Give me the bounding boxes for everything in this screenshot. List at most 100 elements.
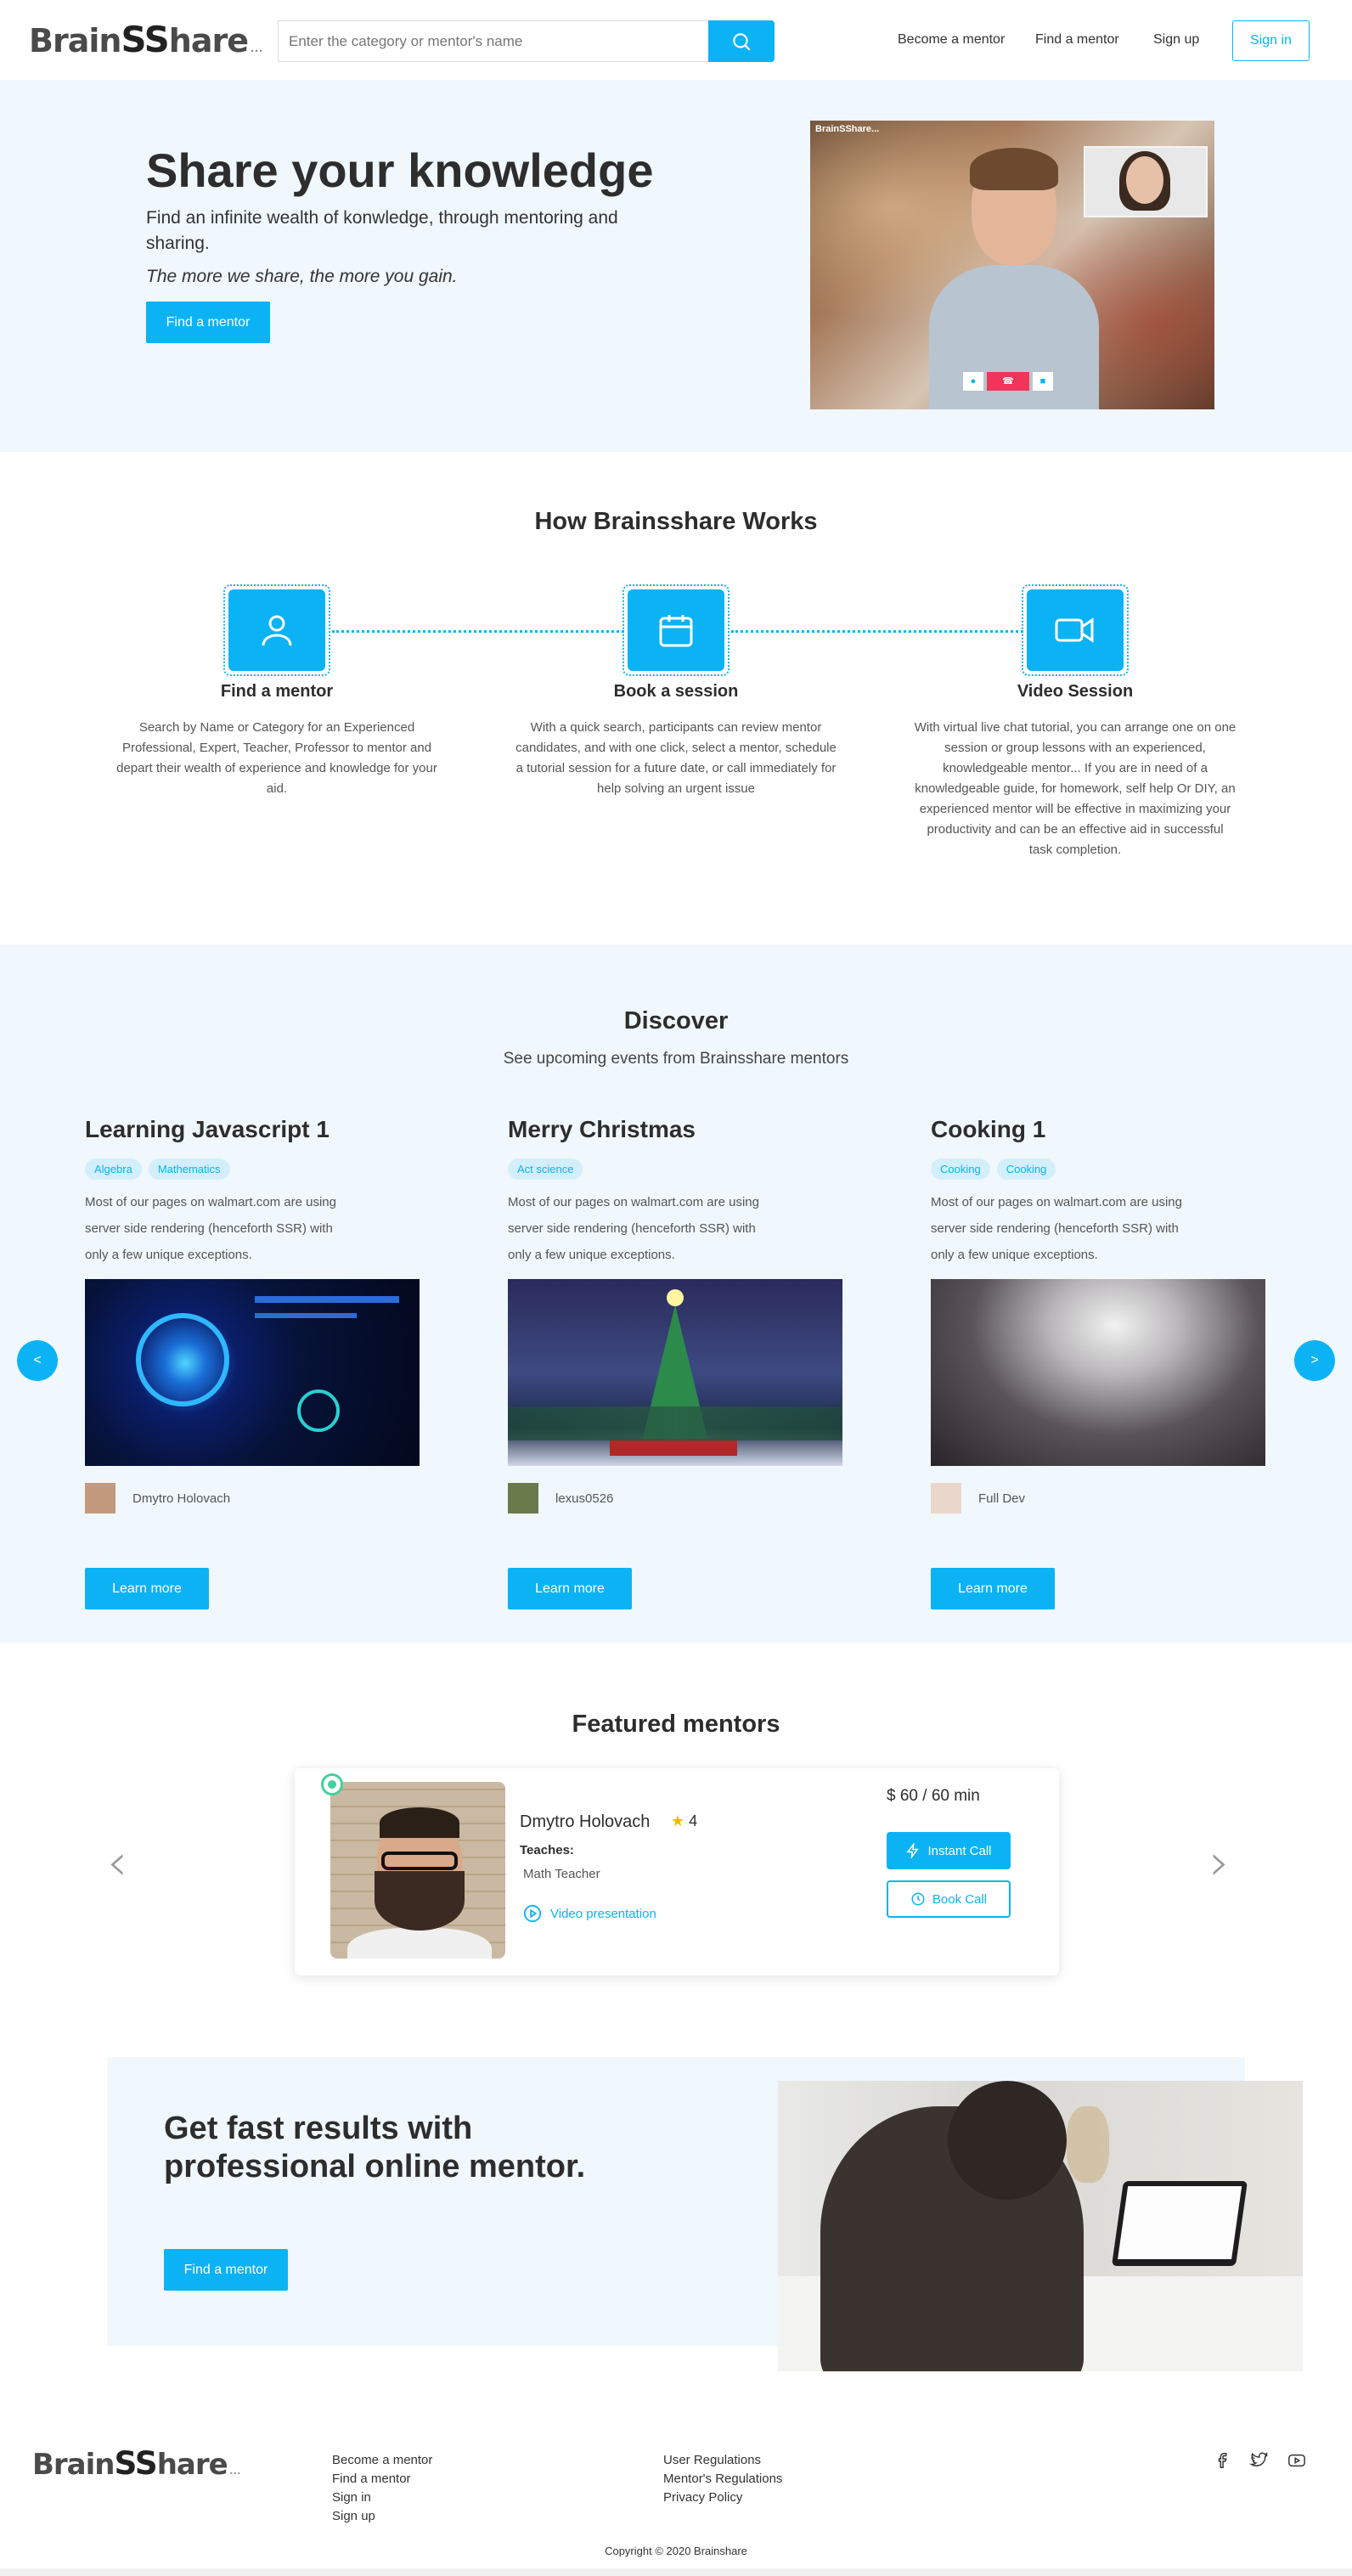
search-icon [733, 32, 751, 51]
hero-image-logo: BrainSShare... [815, 124, 880, 134]
featured-mentors-title: Featured mentors [572, 1711, 780, 1738]
author-name: lexus0526 [555, 1491, 614, 1506]
hero-quote: The more we share, the more you gain. [146, 267, 458, 286]
event-author[interactable]: lexus0526 [508, 1483, 613, 1513]
mentor-name[interactable]: Dmytro Holovach [520, 1812, 650, 1832]
copyright: Copyright © 2020 Brainshare [605, 2545, 747, 2557]
how-it-works-title: How Brainsshare Works [534, 508, 818, 535]
event-image[interactable] [85, 1279, 420, 1466]
event-image[interactable] [931, 1279, 1265, 1466]
carousel-next-button[interactable]: > [1294, 1340, 1335, 1381]
bottom-bar [0, 2568, 1352, 2576]
step-title: Video Session [1017, 682, 1134, 701]
facebook-icon[interactable] [1214, 2451, 1233, 2470]
book-session-step-icon [622, 584, 730, 676]
mentor-subject: Math Teacher [523, 1867, 600, 1881]
author-name: Dmytro Holovach [132, 1491, 231, 1506]
twitter-icon[interactable] [1248, 2451, 1270, 2470]
logo-ss: SS [114, 2444, 158, 2482]
search-input[interactable] [278, 20, 709, 62]
author-name: Full Dev [978, 1491, 1026, 1506]
tag[interactable]: Mathematics [148, 1158, 230, 1180]
hero-description: Find an infinite wealth of konwledge, th… [146, 208, 618, 253]
search-button[interactable] [708, 20, 775, 62]
nav-find-mentor[interactable]: Find a mentor [1035, 32, 1119, 48]
event-description: Most of our pages on walmart.com are usi… [931, 1195, 1182, 1262]
footer-logo[interactable]: Brain SS hare... [32, 2444, 241, 2482]
event-author[interactable]: Full Dev [931, 1483, 1025, 1513]
carousel-prev-button[interactable]: < [17, 1340, 58, 1381]
book-call-label: Book Call [932, 1891, 988, 1907]
tag[interactable]: Cooking [931, 1158, 990, 1180]
clock-icon [911, 1892, 925, 1906]
cta-find-mentor-button[interactable]: Find a mentor [164, 2249, 288, 2291]
event-description: Most of our pages on walmart.com are usi… [508, 1195, 759, 1262]
connector-line [731, 630, 1023, 633]
chevron-right-icon[interactable]: › [1209, 1833, 1230, 1892]
footer-privacy-policy[interactable]: Privacy Policy [663, 2490, 742, 2505]
step-description: With a quick search, participants can re… [515, 720, 837, 796]
logo-ss: SS [121, 19, 169, 60]
cta-laptop-image [778, 2081, 1303, 2371]
social-icons [1214, 2451, 1308, 2470]
avatar [508, 1483, 538, 1513]
rating-value: 4 [689, 1812, 698, 1829]
book-call-button[interactable]: Book Call [887, 1880, 1011, 1918]
video-session-step-icon [1022, 584, 1129, 676]
logo-text-rest: hare [168, 22, 249, 59]
nav-sign-up[interactable]: Sign up [1153, 32, 1199, 48]
video-camera-icon [1055, 617, 1094, 643]
play-circle-icon [523, 1904, 542, 1923]
hero-find-mentor-button[interactable]: Find a mentor [146, 302, 270, 343]
sign-in-button[interactable]: Sign in [1232, 20, 1310, 61]
footer-mentor-regulations[interactable]: Mentor's Regulations [663, 2472, 782, 2486]
tag[interactable]: Act science [508, 1158, 583, 1180]
event-tags: Algebra Mathematics [85, 1158, 237, 1180]
event-title[interactable]: Merry Christmas [508, 1116, 696, 1143]
event-description: Most of our pages on walmart.com are usi… [85, 1195, 336, 1262]
mentor-photo[interactable] [330, 1782, 505, 1959]
event-tags: Cooking Cooking [931, 1158, 1062, 1180]
mic-icon: ● [963, 372, 983, 391]
event-title[interactable]: Cooking 1 [931, 1116, 1045, 1143]
camera-icon: ■ [1033, 372, 1053, 391]
tag[interactable]: Cooking [996, 1158, 1056, 1180]
logo-text-rest: hare [156, 2448, 228, 2482]
learn-more-button[interactable]: Learn more [508, 1568, 632, 1609]
video-presentation-label: Video presentation [550, 1906, 656, 1921]
step-title: Find a mentor [220, 682, 334, 701]
event-image[interactable] [508, 1279, 842, 1466]
logo-text: Brain [29, 22, 121, 59]
discover-title: Discover [623, 1007, 729, 1034]
avatar [85, 1483, 115, 1513]
hangup-icon: ☎ [987, 372, 1029, 391]
hero-video-call-image: BrainSShare... ● ☎ ■ [810, 121, 1214, 409]
cta-title: Get fast results with professional onlin… [164, 2111, 586, 2184]
footer-find-mentor[interactable]: Find a mentor [332, 2472, 411, 2486]
footer-user-regulations[interactable]: User Regulations [663, 2453, 761, 2467]
calendar-icon [659, 615, 693, 647]
learn-more-button[interactable]: Learn more [85, 1568, 209, 1609]
teaches-label: Teaches: [520, 1843, 574, 1857]
user-icon [262, 615, 292, 646]
instant-call-button[interactable]: Instant Call [887, 1832, 1011, 1869]
tag[interactable]: Algebra [85, 1158, 142, 1180]
online-status-indicator [321, 1773, 343, 1795]
learn-more-button[interactable]: Learn more [931, 1568, 1055, 1609]
event-title[interactable]: Learning Javascript 1 [85, 1116, 330, 1143]
nav-become-mentor[interactable]: Become a mentor [898, 32, 1005, 48]
logo[interactable]: Brain SS hare... [29, 19, 263, 60]
footer-sign-in[interactable]: Sign in [332, 2490, 371, 2505]
mentor-price: $ 60 / 60 min [887, 1787, 980, 1805]
youtube-icon[interactable] [1286, 2451, 1308, 2470]
step-description: Search by Name or Category for an Experi… [116, 720, 437, 796]
chevron-left-icon[interactable]: ‹ [107, 1833, 127, 1892]
video-presentation-link[interactable]: Video presentation [523, 1904, 656, 1923]
footer-become-mentor[interactable]: Become a mentor [332, 2453, 432, 2467]
mentor-rating: ★ 4 [671, 1812, 697, 1830]
logo-text: Brain [32, 2448, 115, 2482]
lightning-icon [906, 1843, 920, 1858]
find-mentor-step-icon [223, 584, 330, 676]
event-author[interactable]: Dmytro Holovach [85, 1483, 230, 1513]
footer-sign-up[interactable]: Sign up [332, 2509, 375, 2523]
